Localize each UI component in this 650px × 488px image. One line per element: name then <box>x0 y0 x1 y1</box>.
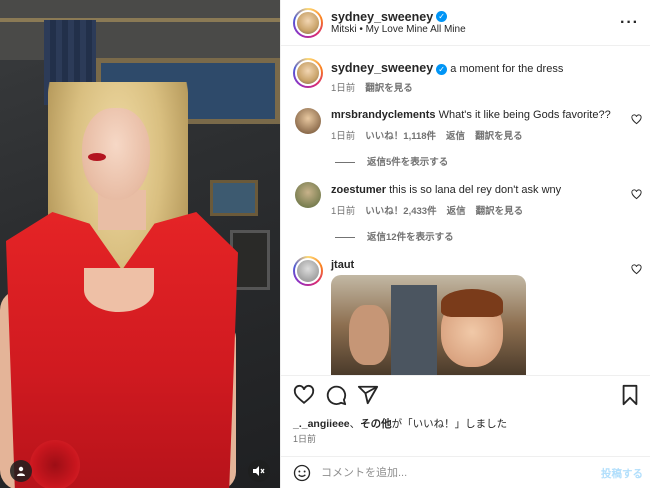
view-replies-button[interactable]: 返信5件を表示する <box>335 154 448 168</box>
liked-by-suffix: が「いいね！」しました <box>391 418 508 430</box>
gif-person <box>391 285 437 375</box>
liked-by: _._angiieee、その他が「いいね！」しました <box>293 416 507 431</box>
comment-heart-icon[interactable] <box>631 264 642 275</box>
caption-username[interactable]: sydney_sweeney <box>331 61 433 75</box>
comment-meta: 1日前 いいね！2,433件 返信 翻訳を見る <box>331 203 523 217</box>
dress-rose <box>30 440 80 488</box>
comment-gif[interactable] <box>331 275 526 375</box>
liked-by-others[interactable]: その他 <box>360 418 392 430</box>
speaker-muted-icon[interactable] <box>248 460 270 482</box>
comment-icon[interactable] <box>325 384 347 406</box>
comment-input[interactable] <box>321 465 581 481</box>
gif-person-hair <box>441 289 503 317</box>
translate-link[interactable]: 翻訳を見る <box>476 206 524 217</box>
liked-by-user[interactable]: _._angiieee <box>293 418 350 430</box>
gif-person <box>349 305 389 365</box>
divider <box>281 375 650 376</box>
comment-like-count[interactable]: いいね！1,118件 <box>365 131 436 142</box>
comment-heart-icon[interactable] <box>631 189 642 200</box>
caption-time[interactable]: 1日前 <box>331 83 355 94</box>
author-avatar[interactable] <box>293 8 323 38</box>
comment: zoestumer this is so lana del rey don't … <box>331 183 621 198</box>
comment-time[interactable]: 1日前 <box>331 131 355 142</box>
post-date[interactable]: 1日前 <box>293 432 316 445</box>
comment: mrsbrandyclements What's it like being G… <box>331 108 621 123</box>
post-header: sydney_sweeney ✓ Mitski • My Love Mine Al… <box>281 0 650 46</box>
heart-icon[interactable] <box>293 384 315 406</box>
liked-by-separator: 、 <box>349 418 361 430</box>
emoji-icon[interactable] <box>293 464 311 482</box>
comment-time[interactable]: 1日前 <box>331 206 355 217</box>
comment-like-count[interactable]: いいね！2,433件 <box>365 206 436 217</box>
reply-button[interactable]: 返信 <box>447 206 466 217</box>
post-details-panel: sydney_sweeney ✓ Mitski • My Love Mine Al… <box>280 0 650 488</box>
commenter-avatar[interactable] <box>293 256 323 286</box>
curtain-rod <box>0 18 280 22</box>
post-media[interactable] <box>0 0 280 488</box>
caption-author-avatar[interactable] <box>293 58 323 88</box>
comment-bar: 投稿する <box>281 456 650 488</box>
subject-neckline <box>84 268 154 312</box>
commenter-username[interactable]: mrsbrandyclements <box>331 109 436 121</box>
subject-lips <box>88 153 106 161</box>
more-options-icon[interactable]: ··· <box>620 14 639 32</box>
commenter-avatar[interactable] <box>295 182 321 208</box>
author-username[interactable]: sydney_sweeney <box>331 10 433 24</box>
caption-meta: 1日前 翻訳を見る <box>331 80 413 94</box>
user-tag-icon[interactable] <box>10 460 32 482</box>
view-replies-button[interactable]: 返信12件を表示する <box>335 229 454 243</box>
post-actions <box>293 384 643 408</box>
background-wall <box>0 0 280 60</box>
wall-frame <box>210 180 258 216</box>
caption-text: a moment for the dress <box>450 63 564 75</box>
share-icon[interactable] <box>357 384 379 406</box>
caption: sydney_sweeney ✓ a moment for the dress <box>331 61 631 77</box>
comment-text: What's it like being Gods favorite?? <box>438 109 611 121</box>
verified-icon: ✓ <box>436 11 448 23</box>
comment-meta: 1日前 いいね！1,118件 返信 翻訳を見る <box>331 128 523 142</box>
bookmark-icon[interactable] <box>619 384 641 406</box>
commenter-username[interactable]: zoestumer <box>331 184 386 196</box>
reply-button[interactable]: 返信 <box>446 131 465 142</box>
commenter-username[interactable]: jtaut <box>331 259 354 271</box>
translate-link[interactable]: 翻訳を見る <box>365 83 413 94</box>
audio-track[interactable]: Mitski • My Love Mine All Mine <box>331 24 466 35</box>
post-comment-button[interactable]: 投稿する <box>601 466 643 481</box>
commenter-avatar[interactable] <box>295 108 321 134</box>
verified-icon: ✓ <box>436 63 448 75</box>
comment-text: this is so lana del rey don't ask wny <box>389 184 562 196</box>
translate-link[interactable]: 翻訳を見る <box>475 131 523 142</box>
comment-heart-icon[interactable] <box>631 114 642 125</box>
